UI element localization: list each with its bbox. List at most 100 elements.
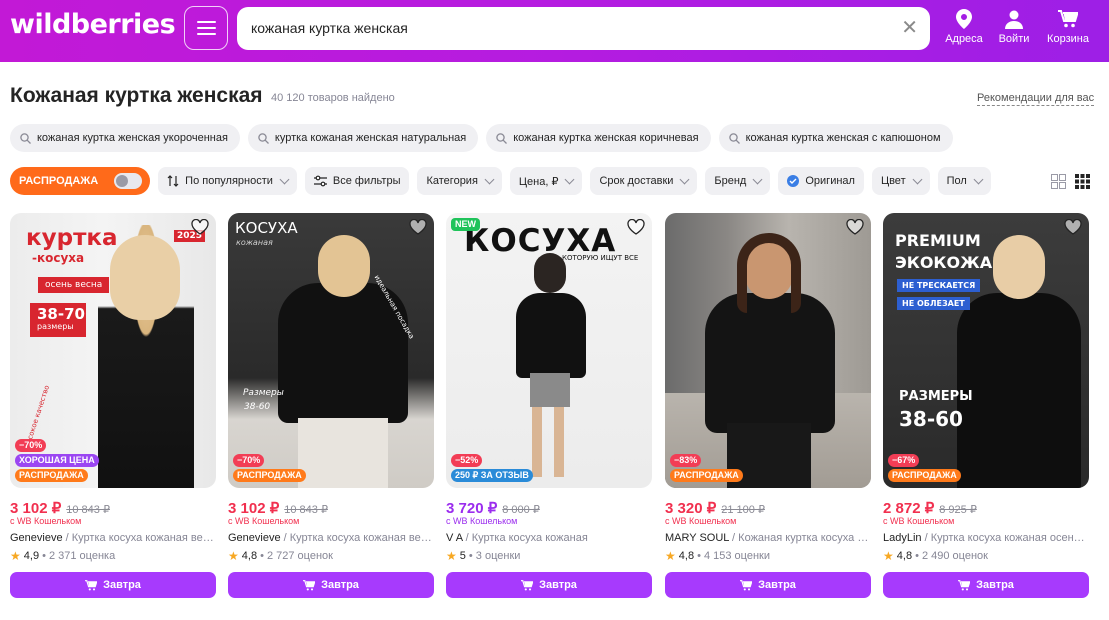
model-face [110,235,180,320]
product-card[interactable]: −83% РАСПРОДАЖА 3 320 ₽ 21 100 ₽ с WB Ко… [665,213,871,598]
suggestion-chip[interactable]: куртка кожаная женская натуральная [247,124,479,152]
filter-delivery-label: Срок доставки [599,175,674,187]
product-card[interactable]: PREMIUM ЭКОКОЖА НЕ ТРЕСКАЕТСЯ НЕ ОБЛЕЗАЕ… [883,213,1089,598]
chevron-down-icon [973,174,984,184]
rating-value: 4,9 [23,550,40,562]
price: 3 720 ₽ [446,500,498,517]
product-name[interactable]: Genevieve / Куртка косуха кожаная весенн… [10,532,216,544]
good-price-badge: ХОРОШАЯ ЦЕНА [15,454,99,467]
sort-button[interactable]: По популярности [158,167,297,195]
product-name[interactable]: Genevieve / Куртка косуха кожаная весенн… [228,532,434,544]
all-filters-button[interactable]: Все фильтры [304,167,410,195]
chevron-down-icon [679,174,690,184]
product-title: / Кожаная куртка косуха больших размеров [732,532,871,544]
search-icon [258,132,269,144]
sale-toggle[interactable]: РАСПРОДАЖА [10,167,151,195]
filter-price-label: Цена, ₽ [518,175,559,188]
sale-badge: РАСПРОДАЖА [233,469,306,482]
review-count: • 2 727 оценок [260,550,333,562]
model-photo [516,293,586,378]
chevron-down-icon [912,174,923,184]
search-input[interactable] [251,18,891,38]
review-bonus-badge: 250 ₽ ЗА ОТЗЫВ [451,469,533,482]
star-icon: ★ [665,549,676,563]
nav-addresses[interactable]: Адреса [939,8,989,45]
product-card[interactable]: КОСУХА КОТОРУЮ ИЩУТ ВСЕ NEW −52% 250 ₽ З… [446,213,652,598]
suggestion-label: куртка кожаная женская натуральная [274,132,467,144]
discount-badge: −70% [15,439,47,452]
suggestion-chip[interactable]: кожаная куртка женская укороченная [10,124,240,152]
clear-search-icon[interactable]: ✕ [901,18,918,38]
review-count: • 2 371 оценка [42,550,116,562]
header: wildberries ✕ Адреса Войти Корзина [0,0,1109,62]
old-price: 8 000 ₽ [502,504,540,516]
rating: ★ 4,8 • 2 490 оценок [883,549,988,563]
filter-color[interactable]: Цвет [871,167,930,195]
menu-button[interactable] [184,6,228,50]
favorite-icon[interactable] [846,218,864,240]
review-count: • 2 490 оценок [915,550,988,562]
sale-badge: РАСПРОДАЖА [670,469,743,482]
product-name[interactable]: MARY SOUL / Кожаная куртка косуха больши… [665,532,871,544]
add-to-cart-button[interactable]: Завтра [446,572,652,598]
product-image[interactable]: КОСУХА КОТОРУЮ ИЩУТ ВСЕ NEW −52% 250 ₽ З… [446,213,652,488]
filter-sliders-icon [313,175,327,187]
price-row: 3 102 ₽ 10 843 ₽ [10,499,110,517]
nav-cart-label: Корзина [1047,33,1089,45]
filter-delivery[interactable]: Срок доставки [590,167,698,195]
review-count: • 3 оценки [468,550,521,562]
nav-cart[interactable]: Корзина [1043,8,1093,45]
image-text: КОТОРУЮ ИЩУТ ВСЕ [562,254,639,262]
old-price: 10 843 ₽ [284,504,328,516]
sale-badge: РАСПРОДАЖА [888,469,961,482]
image-text: 38-60 [244,402,271,412]
discount-badge: −67% [888,454,920,467]
rating: ★ 4,8 • 4 153 оценки [665,549,770,563]
product-title: / Куртка косуха кожаная осенняя [921,532,1089,544]
product-name[interactable]: LadyLin / Куртка косуха кожаная осенняя [883,532,1089,544]
wallet-note: с WB Кошельком [665,516,737,526]
review-count: • 4 153 оценки [697,550,770,562]
sale-badge: РАСПРОДАЖА [15,469,88,482]
price: 3 102 ₽ [10,500,62,517]
add-to-cart-button[interactable]: Завтра [228,572,434,598]
cart-icon [958,579,971,590]
model-photo [705,293,835,433]
add-to-cart-button[interactable]: Завтра [665,572,871,598]
suggestion-chip[interactable]: кожаная куртка женская коричневая [486,124,711,152]
model-leg [532,407,542,477]
favorite-icon[interactable] [1064,218,1082,240]
favorite-icon[interactable] [191,218,209,240]
filter-gender[interactable]: Пол [937,167,991,195]
product-image[interactable]: −83% РАСПРОДАЖА [665,213,871,488]
product-image[interactable]: куртка -косуха осень весна 38-70 размеры… [10,213,216,488]
product-card[interactable]: КОСУХА кожаная Размеры 38-60 идеальная п… [228,213,434,598]
recommendations-link[interactable]: Рекомендации для вас [977,92,1095,106]
product-name[interactable]: V A / Куртка косуха кожаная [446,532,652,544]
cart-icon [303,579,316,590]
grid-small-view-icon[interactable] [1075,174,1090,194]
brand: Genevieve [10,532,63,544]
model-photo [957,293,1081,488]
toggle-switch[interactable] [114,173,143,189]
product-card[interactable]: куртка -косуха осень весна 38-70 размеры… [10,213,216,598]
brand: Genevieve [228,532,281,544]
brand: V A [446,532,463,544]
star-icon: ★ [228,549,239,563]
favorite-icon[interactable] [627,218,645,240]
filter-price[interactable]: Цена, ₽ [509,167,583,195]
favorite-icon[interactable] [409,218,427,240]
suggestion-label: кожаная куртка женская коричневая [513,132,699,144]
add-to-cart-button[interactable]: Завтра [883,572,1089,598]
wildberries-logo[interactable]: wildberries [10,9,176,40]
filter-category[interactable]: Категория [417,167,502,195]
product-image[interactable]: КОСУХА кожаная Размеры 38-60 идеальная п… [228,213,434,488]
add-to-cart-button[interactable]: Завтра [10,572,216,598]
filter-original[interactable]: Оригинал [778,167,864,195]
suggestion-chip[interactable]: кожаная куртка женская с капюшоном [718,124,953,152]
filter-original-label: Оригинал [805,175,855,187]
nav-login[interactable]: Войти [989,8,1039,45]
grid-large-view-icon[interactable] [1051,174,1066,194]
filter-brand[interactable]: Бренд [705,167,771,195]
product-image[interactable]: PREMIUM ЭКОКОЖА НЕ ТРЕСКАЕТСЯ НЕ ОБЛЕЗАЕ… [883,213,1089,488]
